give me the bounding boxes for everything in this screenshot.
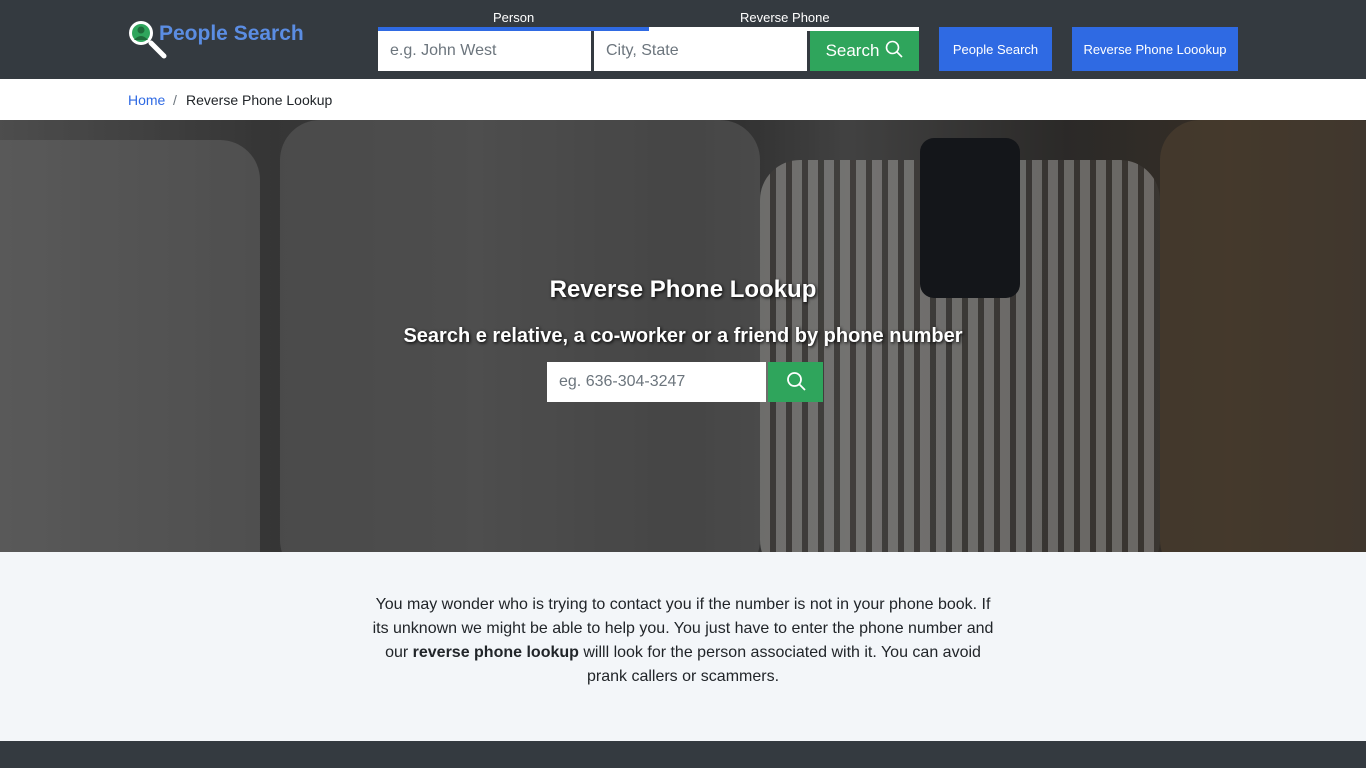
search-icon	[786, 371, 806, 394]
search-button-label: Search	[825, 41, 880, 60]
hero-banner: Reverse Phone Lookup Search e relative, …	[0, 120, 1366, 552]
intro-text: willl look for the person associated wit…	[578, 644, 981, 685]
intro-bold-keyword: reverse phone lookup	[412, 644, 579, 661]
intro-paragraph: You may wonder who is trying to contact …	[368, 593, 998, 689]
phone-search-button[interactable]	[768, 362, 823, 402]
magnifier-person-icon	[127, 19, 169, 61]
search-button[interactable]: Search	[810, 31, 919, 71]
reverse-phone-lookup-button[interactable]: Reverse Phone Loookup	[1072, 27, 1238, 71]
location-input[interactable]	[594, 31, 807, 71]
top-navbar: People Search Person Reverse Phone Searc…	[0, 0, 1366, 79]
footer	[0, 741, 1366, 768]
phone-number-input[interactable]	[547, 362, 766, 402]
hero-subtitle: Search e relative, a co-worker or a frie…	[403, 325, 963, 347]
name-input[interactable]	[378, 31, 591, 71]
breadcrumb-separator: /	[173, 92, 177, 108]
logo-text: People Search	[159, 22, 304, 45]
breadcrumb-current: Reverse Phone Lookup	[186, 92, 333, 108]
search-icon	[885, 40, 904, 63]
tab-reverse-phone[interactable]: Reverse Phone	[740, 10, 830, 25]
breadcrumb: Home / Reverse Phone Lookup	[0, 79, 1366, 120]
tab-person[interactable]: Person	[493, 10, 534, 25]
breadcrumb-home-link[interactable]: Home	[128, 92, 165, 108]
logo[interactable]: People Search	[127, 19, 304, 61]
hero-title: Reverse Phone Lookup	[549, 276, 817, 303]
people-search-button[interactable]: People Search	[939, 27, 1052, 71]
